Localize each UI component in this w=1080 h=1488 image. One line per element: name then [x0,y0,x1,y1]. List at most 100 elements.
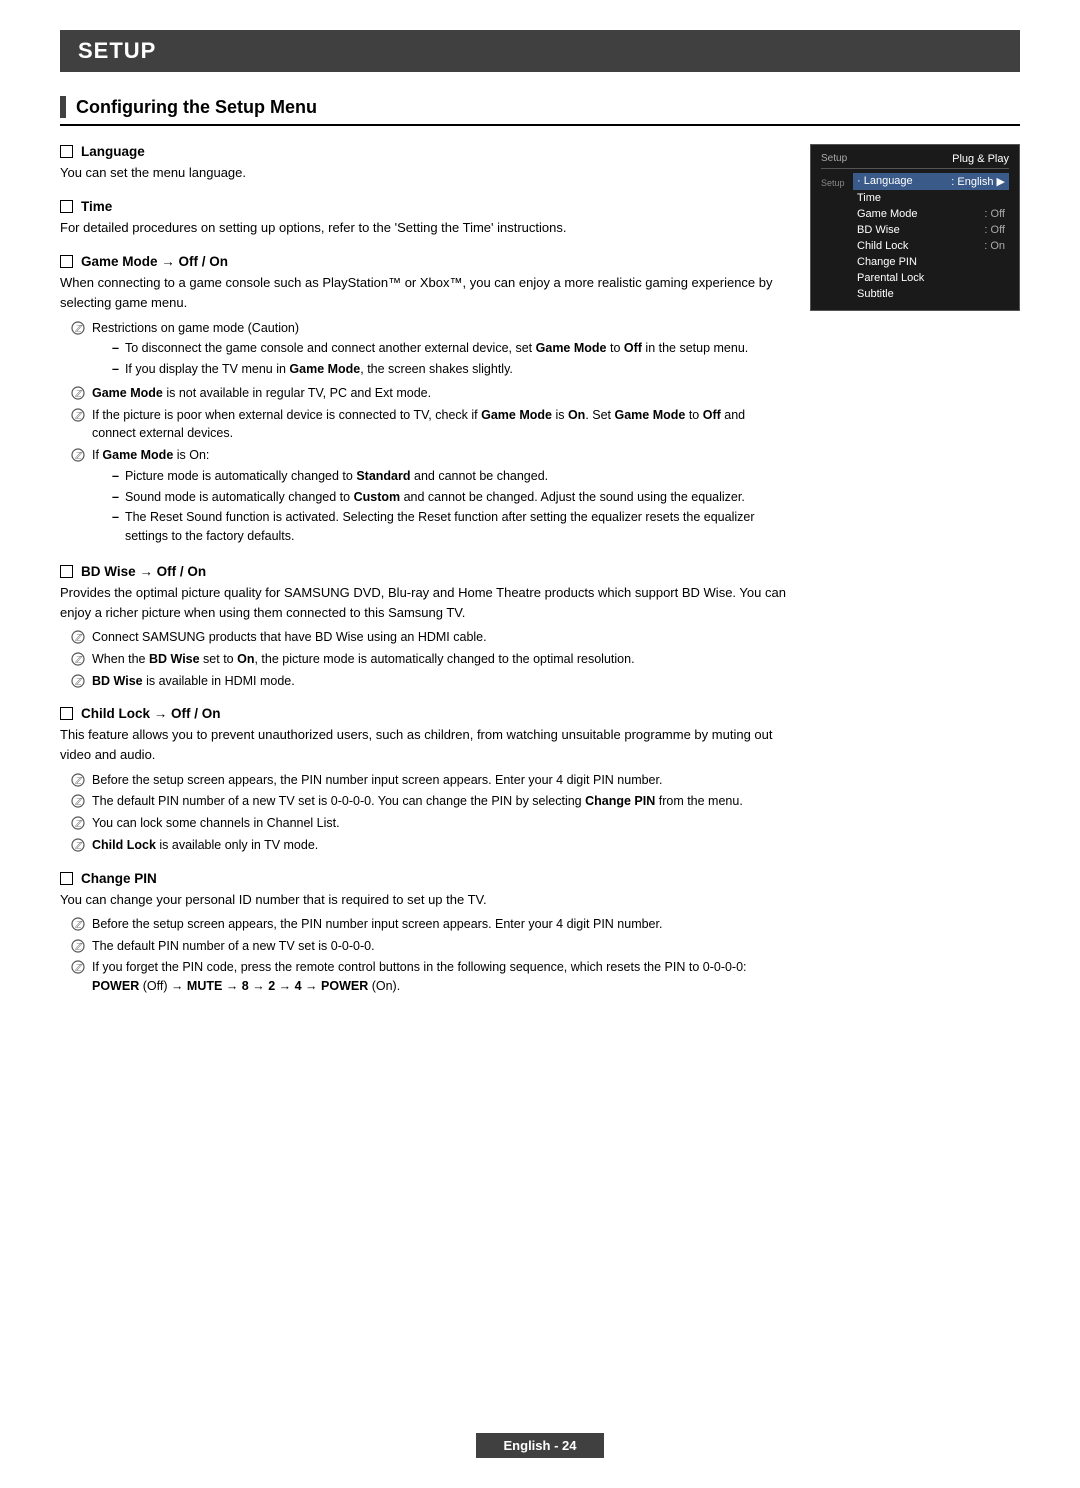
svg-text:ℤ: ℤ [75,676,83,686]
checkbox-icon-time [60,200,73,213]
section-header: Configuring the Setup Menu [60,96,1020,126]
note-item: ℤ Before the setup screen appears, the P… [70,915,786,934]
note-text: Game Mode is not available in regular TV… [92,384,431,403]
note-icon: ℤ [70,629,86,645]
topic-child-lock-desc: This feature allows you to prevent unaut… [60,725,786,765]
note-text: The default PIN number of a new TV set i… [92,937,375,956]
menu-label: Game Mode [857,208,918,220]
topic-time-title: Time [60,199,786,214]
topic-game-mode: Game Mode → Off / On When connecting to … [60,254,786,548]
svg-text:ℤ: ℤ [75,410,83,420]
topic-language-title: Language [60,144,786,159]
topic-change-pin: Change PIN You can change your personal … [60,871,786,996]
menu-label: Time [857,192,881,204]
note-icon: ℤ [70,447,86,463]
menu-label: Change PIN [857,256,917,268]
checkbox-icon-game-mode [60,255,73,268]
note-text: Connect SAMSUNG products that have BD Wi… [92,628,487,647]
topic-bd-wise-title: BD Wise → Off / On [60,564,786,579]
svg-text:ℤ: ℤ [75,941,83,951]
topic-game-mode-notes: ℤ Restrictions on game mode (Caution) –T… [70,319,786,548]
topic-child-lock-notes: ℤ Before the setup screen appears, the P… [70,771,786,855]
menu-value: : On [984,240,1005,252]
note-text: When the BD Wise set to On, the picture … [92,650,635,669]
menu-row-change-pin: Change PIN [853,254,1009,270]
note-item: ℤ The default PIN number of a new TV set… [70,937,786,956]
menu-row-parental-lock: Parental Lock [853,270,1009,286]
menu-row-child-lock: Child Lock : On [853,238,1009,254]
note-text: If the picture is poor when external dev… [92,406,786,444]
svg-text:ℤ: ℤ [75,963,83,973]
note-icon: ℤ [70,651,86,667]
note-item: ℤ Connect SAMSUNG products that have BD … [70,628,786,647]
note-icon: ℤ [70,772,86,788]
note-text: You can lock some channels in Channel Li… [92,814,340,833]
menu-value: : English ▶ [951,175,1005,188]
main-content: Language You can set the menu language. … [60,144,786,1012]
section-title: Configuring the Setup Menu [76,97,317,118]
menu-row-subtitle: Subtitle [853,286,1009,302]
svg-text:ℤ: ℤ [75,819,83,829]
sub-item: –Picture mode is automatically changed t… [112,467,786,486]
menu-header: Setup Plug & Play [821,153,1009,169]
menu-row-time: Time [853,190,1009,206]
note-icon: ℤ [70,385,86,401]
menu-value: : Off [984,224,1005,236]
note-item: ℤ Restrictions on game mode (Caution) –T… [70,319,786,381]
menu-value: : Off [984,208,1005,220]
svg-text:ℤ: ℤ [75,797,83,807]
topic-bd-wise: BD Wise → Off / On Provides the optimal … [60,564,786,691]
svg-text:ℤ: ℤ [75,633,83,643]
note-item: ℤ Game Mode is not available in regular … [70,384,786,403]
menu-label: · Language [857,175,913,188]
sub-list: –Picture mode is automatically changed t… [112,467,786,546]
note-item: ℤ If Game Mode is On: –Picture mode is a… [70,446,786,548]
topic-time: Time For detailed procedures on setting … [60,199,786,238]
note-icon: ℤ [70,793,86,809]
svg-text:ℤ: ℤ [75,388,83,398]
svg-text:ℤ: ℤ [75,323,83,333]
note-item: ℤ Child Lock is available only in TV mod… [70,836,786,855]
note-icon: ℤ [70,916,86,932]
checkbox-icon-child-lock [60,707,73,720]
note-text: Before the setup screen appears, the PIN… [92,915,662,934]
checkbox-icon-change-pin [60,872,73,885]
note-icon: ℤ [70,938,86,954]
note-item: ℤ You can lock some channels in Channel … [70,814,786,833]
menu-label: Child Lock [857,240,908,252]
section-bar-decoration [60,96,66,118]
checkbox-icon-bd-wise [60,565,73,578]
footer-badge: English - 24 [476,1433,605,1458]
topic-child-lock: Child Lock → Off / On This feature allow… [60,706,786,854]
content-area: Language You can set the menu language. … [60,144,1020,1012]
topic-time-desc: For detailed procedures on setting up op… [60,218,786,238]
topic-change-pin-notes: ℤ Before the setup screen appears, the P… [70,915,786,996]
sidebar-menu-screenshot: Setup Plug & Play Setup · Language : Eng… [810,144,1020,1012]
topic-language: Language You can set the menu language. [60,144,786,183]
footer: English - 24 [0,1433,1080,1458]
sub-item: –If you display the TV menu in Game Mode… [112,360,748,379]
checkbox-icon-language [60,145,73,158]
topic-game-mode-desc: When connecting to a game console such a… [60,273,786,313]
note-icon: ℤ [70,407,86,423]
menu-header-left: Setup [821,153,847,165]
note-item: ℤ If you forget the PIN code, press the … [70,958,786,996]
note-item: ℤ The default PIN number of a new TV set… [70,792,786,811]
sub-item: –To disconnect the game console and conn… [112,339,748,358]
svg-text:ℤ: ℤ [75,775,83,785]
menu-label: BD Wise [857,224,900,236]
page-title: SETUP [60,30,1020,72]
svg-text:ℤ: ℤ [75,919,83,929]
note-icon: ℤ [70,837,86,853]
note-item: ℤ BD Wise is available in HDMI mode. [70,672,786,691]
svg-text:ℤ: ℤ [75,654,83,664]
topic-bd-wise-desc: Provides the optimal picture quality for… [60,583,786,623]
note-text: The default PIN number of a new TV set i… [92,792,743,811]
svg-text:ℤ: ℤ [75,451,83,461]
note-icon: ℤ [70,815,86,831]
menu-row-game-mode: Game Mode : Off [853,206,1009,222]
note-text: Child Lock is available only in TV mode. [92,836,318,855]
note-text: Before the setup screen appears, the PIN… [92,771,662,790]
topic-game-mode-title: Game Mode → Off / On [60,254,786,269]
note-item: ℤ When the BD Wise set to On, the pictur… [70,650,786,669]
